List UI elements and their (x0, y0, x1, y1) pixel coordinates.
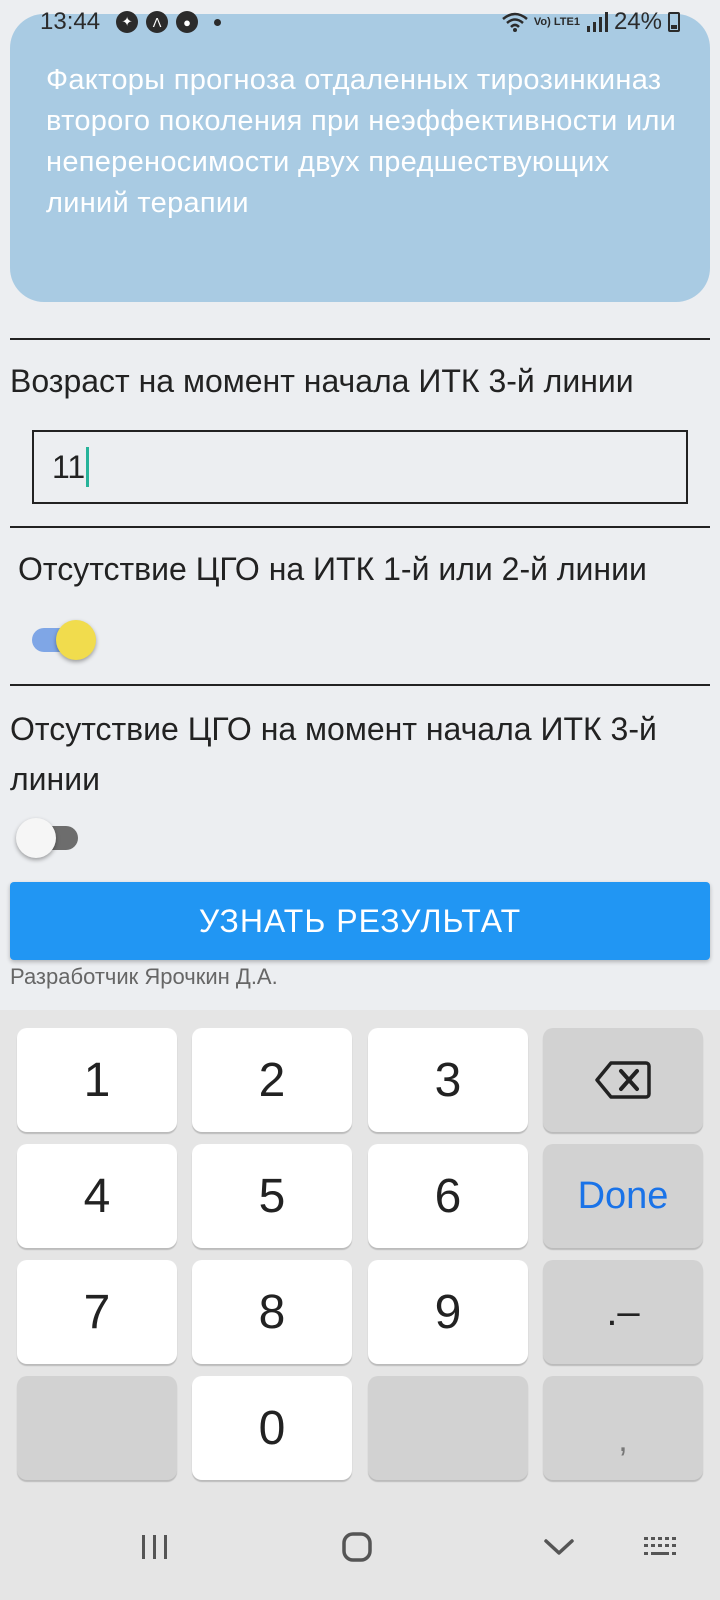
home-button[interactable] (332, 1522, 382, 1572)
toggle2-label: Отсутствие ЦГО на момент начала ИТК 3-й … (10, 711, 657, 797)
empty-key (368, 1376, 528, 1480)
toggle1-label: Отсутствие ЦГО на ИТК 1-й или 2-й линии (18, 551, 647, 587)
account-icon: ● (176, 11, 199, 33)
toggle-no-cgo-line-3[interactable] (16, 818, 78, 858)
aperture-icon: ✦ (116, 11, 139, 33)
recent-apps-icon (142, 1535, 167, 1559)
header-card: Факторы прогноза отдаленных тирозинкиназ… (10, 14, 710, 302)
key-3[interactable]: 3 (368, 1028, 528, 1132)
empty-key (17, 1376, 177, 1480)
toggle-thumb (16, 818, 56, 858)
age-input-value: 11 (52, 448, 86, 485)
key-2[interactable]: 2 (192, 1028, 352, 1132)
divider (10, 526, 710, 528)
hide-keyboard-button[interactable] (534, 1522, 584, 1572)
key-5[interactable]: 5 (192, 1144, 352, 1248)
backspace-key[interactable] (543, 1028, 703, 1132)
toggle-thumb (56, 620, 96, 660)
age-label: Возраст на момент начала ИТК 3-й линии (10, 363, 634, 399)
key-9[interactable]: 9 (368, 1260, 528, 1364)
get-result-button[interactable]: УЗНАТЬ РЕЗУЛЬТАТ (10, 882, 710, 960)
battery-icon (668, 12, 680, 32)
home-icon (342, 1532, 372, 1562)
age-input[interactable]: 11 (32, 430, 688, 504)
text-cursor (86, 447, 90, 487)
page-title: Факторы прогноза отдаленных тирозинкиназ… (46, 64, 677, 219)
key-8[interactable]: 8 (192, 1260, 352, 1364)
wifi-icon (502, 12, 528, 32)
key-6[interactable]: 6 (368, 1144, 528, 1248)
developer-credit: Разработчик Ярочкин Д.А. (10, 964, 278, 989)
recent-apps-button[interactable] (130, 1522, 180, 1572)
backspace-icon (595, 1061, 651, 1099)
chevron-down-icon (544, 1539, 574, 1555)
keyboard-switch-button[interactable] (636, 1522, 686, 1572)
key-1[interactable]: 1 (17, 1028, 177, 1132)
navigation-bar (0, 1492, 720, 1600)
divider (10, 684, 710, 686)
status-bar: 13:44 ✦ Λ ● Vo) LTE1 24% (0, 0, 720, 44)
more-notifications-icon (214, 18, 222, 26)
battery-percent: 24% (613, 8, 662, 35)
divider (10, 338, 710, 340)
toggle-no-cgo-line-1-2[interactable] (32, 620, 96, 660)
keyboard-icon (644, 1537, 676, 1555)
key-7[interactable]: 7 (17, 1260, 177, 1364)
app-notification-icon: Λ (146, 11, 169, 33)
status-time: 13:44 (40, 8, 101, 35)
network-type-label: Vo) LTE1 (533, 15, 580, 28)
key-4[interactable]: 4 (17, 1144, 177, 1248)
dot-dash-key[interactable]: .– (543, 1260, 703, 1364)
comma-key[interactable]: , (543, 1376, 703, 1480)
done-key[interactable]: Done (543, 1144, 703, 1248)
key-0[interactable]: 0 (192, 1376, 352, 1480)
signal-icon (586, 12, 608, 32)
